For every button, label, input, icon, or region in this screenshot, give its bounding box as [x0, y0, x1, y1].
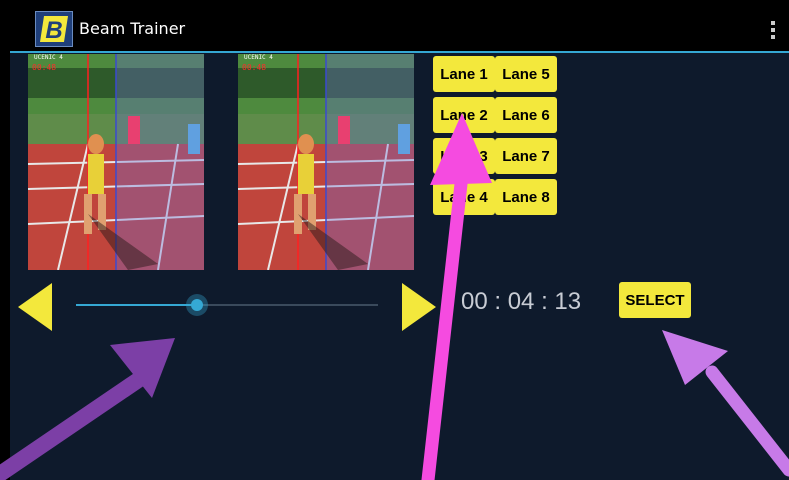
- app-title: Beam Trainer: [79, 19, 186, 38]
- lane-3-button[interactable]: Lane 3: [433, 138, 495, 174]
- next-triangle-icon[interactable]: [402, 283, 436, 331]
- app-logo-icon[interactable]: B: [35, 11, 73, 47]
- lane-8-button[interactable]: Lane 8: [495, 179, 557, 215]
- lane-2-button[interactable]: Lane 2: [433, 97, 495, 133]
- lane-5-button[interactable]: Lane 5: [495, 56, 557, 92]
- video-frame-left[interactable]: UČENIC 4 00:48: [28, 54, 204, 270]
- lane-6-button[interactable]: Lane 6: [495, 97, 557, 133]
- app-window: B Beam Trainer UČENIC 4 00:48 UČENIC 4 0…: [10, 8, 789, 480]
- select-button[interactable]: SELECT: [619, 282, 691, 318]
- seek-bar[interactable]: [76, 294, 378, 316]
- action-bar: B Beam Trainer: [10, 8, 789, 53]
- frame-timecode: 00:48: [32, 63, 57, 72]
- lane-1-button[interactable]: Lane 1: [433, 56, 495, 92]
- track-scene: [238, 54, 414, 270]
- lane-7-button[interactable]: Lane 7: [495, 138, 557, 174]
- time-display: 00 : 04 : 13: [461, 288, 582, 315]
- seek-thumb[interactable]: [185, 294, 208, 316]
- track-scene: [28, 54, 204, 270]
- previous-triangle-icon[interactable]: [18, 283, 52, 331]
- overflow-menu-icon[interactable]: [771, 21, 775, 39]
- video-frame-right[interactable]: UČENIC 4 00:48: [238, 54, 414, 270]
- frame-timecode: 00:48: [242, 63, 267, 72]
- frame-label: UČENIC 4: [244, 54, 273, 61]
- lane-4-button[interactable]: Lane 4: [433, 179, 495, 215]
- seek-bar-progress: [76, 304, 197, 306]
- app-logo-letter: B: [45, 17, 62, 44]
- frame-label: UČENIC 4: [34, 54, 63, 61]
